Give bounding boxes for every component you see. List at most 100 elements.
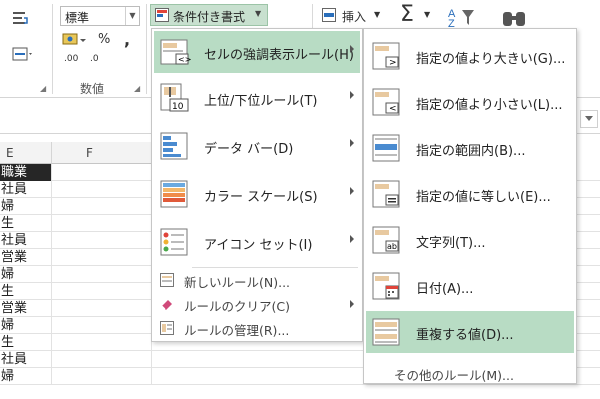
duplicate-values-icon (372, 318, 400, 346)
less-than-icon: < (372, 88, 400, 116)
top-bottom-rules-icon: 10 (160, 83, 189, 112)
decrease-decimal-button[interactable]: .0 (90, 54, 99, 64)
svg-text:>: > (389, 58, 397, 68)
cell[interactable] (52, 249, 152, 266)
collapse-ribbon-button[interactable] (580, 110, 598, 128)
menu-item-duplicate-values[interactable]: 重複する値(D)... (366, 311, 574, 353)
sort-filter-icon[interactable]: A Z (446, 6, 480, 28)
excel-window: 標準 ▼ % , .00 .0 数値 ◢ ◢ 条件付き書式 ▼ 挿入 ▼ Σ ▼… (0, 0, 600, 399)
menu-item-label: カラー スケール(S) (204, 190, 318, 205)
svg-text:ab: ab (387, 242, 397, 251)
date-occurring-icon (372, 272, 400, 300)
autosum-button[interactable]: Σ (400, 2, 414, 27)
menu-item-more-rules[interactable]: その他のルール(M)... (394, 365, 514, 384)
cell[interactable]: 社員 (0, 181, 52, 198)
cell[interactable]: 営業 (0, 249, 52, 266)
chevron-right-icon (350, 187, 354, 195)
cell[interactable] (52, 181, 152, 198)
menu-item-top-bottom-rules[interactable]: 10 上位/下位ルール(T) (154, 77, 360, 119)
menu-item-greater-than[interactable]: > 指定の値より大きい(G)... (366, 35, 574, 77)
cell[interactable] (52, 215, 152, 232)
cell[interactable]: 生 (0, 283, 52, 300)
chevron-down-icon[interactable]: ▼ (374, 10, 380, 19)
percent-button[interactable]: % (98, 32, 110, 47)
column-header-e[interactable]: E (0, 142, 52, 164)
cell[interactable]: 社員 (0, 232, 52, 249)
between-icon (372, 134, 400, 162)
menu-item-label: 重複する値(D)... (416, 328, 514, 343)
cell[interactable]: 婦 (0, 368, 52, 385)
chevron-right-icon (350, 45, 354, 53)
menu-item-label: 新しいルール(N)... (184, 275, 291, 290)
menu-item-label: 指定の範囲内(B)... (416, 144, 526, 159)
menu-item-clear-rules[interactable]: ルールのクリア(C) (154, 293, 360, 315)
cell[interactable]: 婦 (0, 317, 52, 334)
menu-item-label: セルの強調表示ルール(H) (204, 48, 354, 63)
menu-item-text-contains[interactable]: ab 文字列(T)... (366, 219, 574, 261)
cell[interactable]: 生 (0, 334, 52, 351)
chevron-right-icon (350, 235, 354, 243)
merge-cells-icon[interactable] (12, 46, 34, 64)
conditional-formatting-button[interactable]: 条件付き書式 ▼ (150, 4, 268, 26)
menu-item-less-than[interactable]: < 指定の値より小さい(L)... (366, 81, 574, 123)
conditional-formatting-icon (155, 8, 169, 22)
menu-item-data-bars[interactable]: データ バー(D) (154, 125, 360, 167)
dialog-launcher-icon[interactable]: ◢ (134, 84, 140, 93)
menu-item-label: データ バー(D) (204, 142, 294, 157)
insert-cells-icon[interactable] (322, 8, 336, 22)
menu-item-equal-to[interactable]: 指定の値に等しい(E)... (366, 173, 574, 215)
comma-button[interactable]: , (124, 30, 130, 49)
cell[interactable] (52, 317, 152, 334)
cell[interactable] (52, 300, 152, 317)
cell[interactable]: 職業 (0, 164, 52, 181)
cell[interactable] (52, 164, 152, 181)
cell[interactable]: 婦 (0, 266, 52, 283)
cell[interactable]: 社員 (0, 351, 52, 368)
menu-item-between[interactable]: 指定の範囲内(B)... (366, 127, 574, 169)
column-header-f[interactable]: F (52, 142, 152, 164)
conditional-formatting-label: 条件付き書式 (173, 10, 246, 24)
increase-decimal-button[interactable]: .00 (64, 54, 78, 64)
menu-item-date-occurring[interactable]: 日付(A)... (366, 265, 574, 307)
cell[interactable] (52, 283, 152, 300)
new-rule-icon (160, 273, 174, 287)
chevron-down-icon[interactable]: ▼ (125, 7, 139, 25)
svg-text:Z: Z (448, 18, 455, 28)
menu-item-label: 日付(A)... (416, 282, 474, 297)
wrap-text-icon[interactable] (12, 10, 30, 28)
cell[interactable] (52, 334, 152, 351)
number-format-select[interactable]: 標準 ▼ (60, 6, 140, 26)
cell[interactable]: 営業 (0, 300, 52, 317)
menu-item-highlight-cells-rules[interactable]: <> セルの強調表示ルール(H) (154, 31, 360, 73)
menu-item-color-scales[interactable]: カラー スケール(S) (154, 173, 360, 215)
chevron-down-icon[interactable]: ▼ (424, 10, 430, 19)
ribbon-separator (52, 4, 53, 94)
chevron-right-icon (350, 139, 354, 147)
menu-item-manage-rules[interactable]: ルールの管理(R)... (154, 317, 360, 339)
find-select-icon[interactable] (500, 6, 530, 30)
cell[interactable] (52, 198, 152, 215)
menu-item-icon-sets[interactable]: アイコン セット(I) (154, 221, 360, 263)
data-bars-icon (160, 132, 188, 160)
currency-format-icon[interactable] (62, 32, 88, 48)
cell[interactable] (52, 351, 152, 368)
cell[interactable] (52, 266, 152, 283)
cell[interactable]: 生 (0, 215, 52, 232)
color-scales-icon (160, 180, 188, 208)
highlight-cells-rules-icon: <> (160, 39, 191, 65)
menu-item-new-rule[interactable]: 新しいルール(N)... (154, 269, 360, 291)
menu-item-label: ルールのクリア(C) (184, 299, 290, 314)
menu-item-label: ルールの管理(R)... (184, 323, 290, 338)
number-format-value: 標準 (65, 11, 90, 25)
cell[interactable]: 婦 (0, 198, 52, 215)
cell[interactable] (52, 232, 152, 249)
menu-item-label: 上位/下位ルール(T) (204, 94, 318, 109)
menu-item-label: アイコン セット(I) (204, 238, 313, 253)
insert-label[interactable]: 挿入 (342, 8, 366, 25)
highlight-cells-rules-submenu: > 指定の値より大きい(G)... < 指定の値より小さい(L)... 指定の範… (363, 28, 577, 384)
cell[interactable] (52, 368, 152, 385)
dialog-launcher-icon[interactable]: ◢ (40, 84, 46, 93)
chevron-right-icon (350, 91, 354, 99)
svg-text:<: < (389, 104, 397, 114)
conditional-formatting-menu: <> セルの強調表示ルール(H) 10 上位/下位ルール(T) データ バー(D… (151, 28, 363, 342)
